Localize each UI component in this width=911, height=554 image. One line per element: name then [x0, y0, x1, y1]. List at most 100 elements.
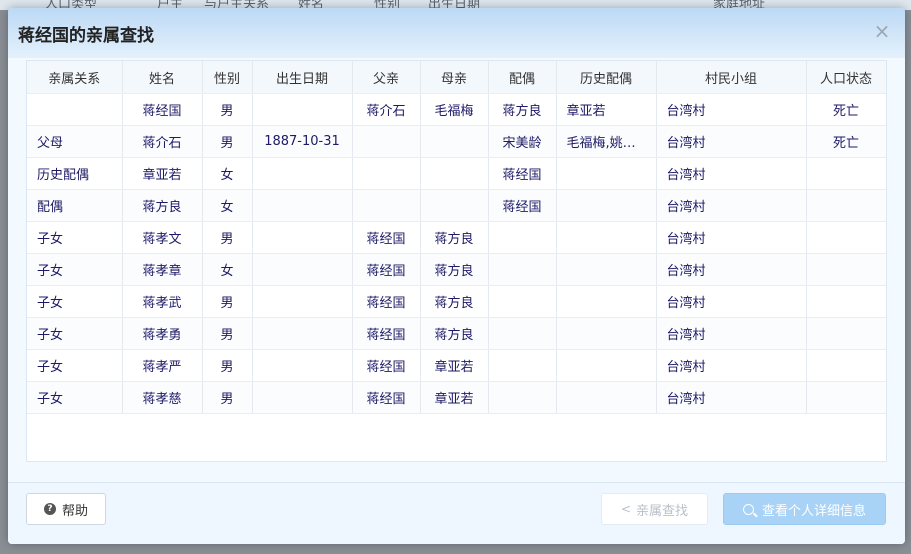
table-cell	[556, 221, 657, 254]
table-cell	[420, 189, 489, 222]
view-detail-button[interactable]: 查看个人详细信息	[723, 493, 886, 525]
table-cell	[352, 125, 421, 158]
table-cell: 蒋方良	[122, 189, 203, 222]
search-icon	[742, 503, 754, 515]
column-header: 母亲	[420, 61, 489, 94]
relative-search-button[interactable]: < 亲属查找	[601, 493, 708, 525]
dialog-footer: ? 帮助 < 亲属查找 查看个人详细信息	[8, 482, 905, 544]
table-cell: 章亚若	[420, 349, 489, 382]
table-cell: 章亚若	[556, 93, 657, 126]
table-cell	[252, 381, 353, 414]
column-header: 亲属关系	[27, 61, 123, 94]
table-cell	[352, 189, 421, 222]
table-cell: 蒋孝勇	[122, 317, 203, 350]
table-cell: 章亚若	[420, 381, 489, 414]
table-cell: 台湾村	[656, 157, 807, 190]
table-row[interactable]: 历史配偶 章亚若女 蒋经国 台湾村	[27, 157, 886, 190]
table-cell: 蒋介石	[352, 93, 421, 126]
table-cell: 1887-10-31	[252, 125, 353, 158]
table-cell	[556, 349, 657, 382]
table-cell: 男	[202, 349, 253, 382]
table-cell: 女	[202, 253, 253, 286]
table-cell: 台湾村	[656, 125, 807, 158]
column-header: 出生日期	[252, 61, 353, 94]
close-icon[interactable]: ×	[873, 21, 891, 41]
table-cell	[252, 285, 353, 318]
relatives-search-dialog: 蒋经国的亲属查找 × 亲属关系 姓名 性别 出生日期 父亲 母亲 配偶 历史配偶 村民小组 人口状…	[8, 8, 905, 544]
table-row[interactable]: 子女 蒋孝勇男 蒋经国 蒋方良 台湾村	[27, 317, 886, 350]
table-cell	[556, 317, 657, 350]
table-cell: 台湾村	[656, 253, 807, 286]
table-cell	[352, 157, 421, 190]
table-cell	[420, 157, 489, 190]
table-cell: 死亡	[806, 93, 886, 126]
dialog-header: 蒋经国的亲属查找 ×	[8, 8, 905, 58]
table-cell	[252, 349, 353, 382]
table-row[interactable]: 子女 蒋孝文男 蒋经国 蒋方良 台湾村	[27, 221, 886, 254]
table-cell	[488, 349, 557, 382]
table-cell	[252, 189, 353, 222]
table-cell: 男	[202, 285, 253, 318]
column-header: 配偶	[488, 61, 557, 94]
table-cell: 蒋孝武	[122, 285, 203, 318]
table-cell	[806, 349, 886, 382]
table-cell: 台湾村	[656, 381, 807, 414]
column-header: 父亲	[352, 61, 421, 94]
table-cell	[252, 93, 353, 126]
table-cell	[488, 317, 557, 350]
table-cell: 蒋方良	[420, 285, 489, 318]
table-cell: 男	[202, 381, 253, 414]
table-cell: 蒋经国	[352, 253, 421, 286]
table-cell: 女	[202, 189, 253, 222]
table-cell: 子女	[27, 317, 123, 350]
table-cell	[27, 93, 123, 126]
table-cell: 蒋方良	[420, 317, 489, 350]
table-row[interactable]: 子女 蒋孝章女 蒋经国 蒋方良 台湾村	[27, 253, 886, 286]
help-button[interactable]: ? 帮助	[26, 493, 106, 525]
table-cell: 台湾村	[656, 221, 807, 254]
table-cell: 男	[202, 93, 253, 126]
table-cell: 蒋孝慈	[122, 381, 203, 414]
table-row[interactable]: 蒋经国男 蒋介石 毛福梅 蒋方良 章亚若 台湾村 死亡	[27, 93, 886, 126]
column-header: 性别	[202, 61, 253, 94]
dialog-title: 蒋经国的亲属查找	[18, 26, 154, 46]
column-header: 村民小组	[656, 61, 807, 94]
table-cell	[806, 253, 886, 286]
dialog-body: 亲属关系 姓名 性别 出生日期 父亲 母亲 配偶 历史配偶 村民小组 人口状态 蒋经国男蒋介石 毛福…	[8, 58, 905, 482]
table-cell: 蒋孝章	[122, 253, 203, 286]
table-cell: 蒋经国	[352, 381, 421, 414]
table-row[interactable]: 子女 蒋孝武男 蒋经国 蒋方良 台湾村	[27, 285, 886, 318]
table-cell: 蒋孝严	[122, 349, 203, 382]
table-cell: 男	[202, 125, 253, 158]
table-cell: 男	[202, 317, 253, 350]
table-row[interactable]: 子女 蒋孝严男 蒋经国 章亚若 台湾村	[27, 349, 886, 382]
table-cell: 台湾村	[656, 189, 807, 222]
table-row[interactable]: 子女 蒋孝慈男 蒋经国 章亚若 台湾村	[27, 381, 886, 414]
table-cell: 蒋经国	[122, 93, 203, 126]
table-cell: 台湾村	[656, 93, 807, 126]
table-cell: 子女	[27, 349, 123, 382]
table-cell: 历史配偶	[27, 157, 123, 190]
table-cell: 女	[202, 157, 253, 190]
help-icon: ?	[43, 503, 56, 515]
table-cell: 蒋经国	[352, 221, 421, 254]
table-cell: 蒋方良	[488, 93, 557, 126]
help-button-label: 帮助	[61, 503, 88, 519]
table-cell	[806, 285, 886, 318]
table-cell	[252, 157, 353, 190]
table-cell	[488, 221, 557, 254]
table-cell: 台湾村	[656, 285, 807, 318]
table-cell	[806, 189, 886, 222]
table-cell: 蒋经国	[352, 349, 421, 382]
share-icon: <	[620, 502, 632, 516]
table-cell: 父母	[27, 125, 123, 158]
table-cell: 子女	[27, 285, 123, 318]
table-cell: 台湾村	[656, 349, 807, 382]
table-cell: 子女	[27, 253, 123, 286]
table-cell	[556, 285, 657, 318]
table-row[interactable]: 配偶 蒋方良女 蒋经国 台湾村	[27, 189, 886, 222]
table-cell	[806, 221, 886, 254]
table-cell: 配偶	[27, 189, 123, 222]
table-cell	[806, 381, 886, 414]
table-row[interactable]: 父母 蒋介石男 1887-10-31 宋美龄 毛福梅,姚冶… 台湾村 死亡	[27, 125, 886, 158]
